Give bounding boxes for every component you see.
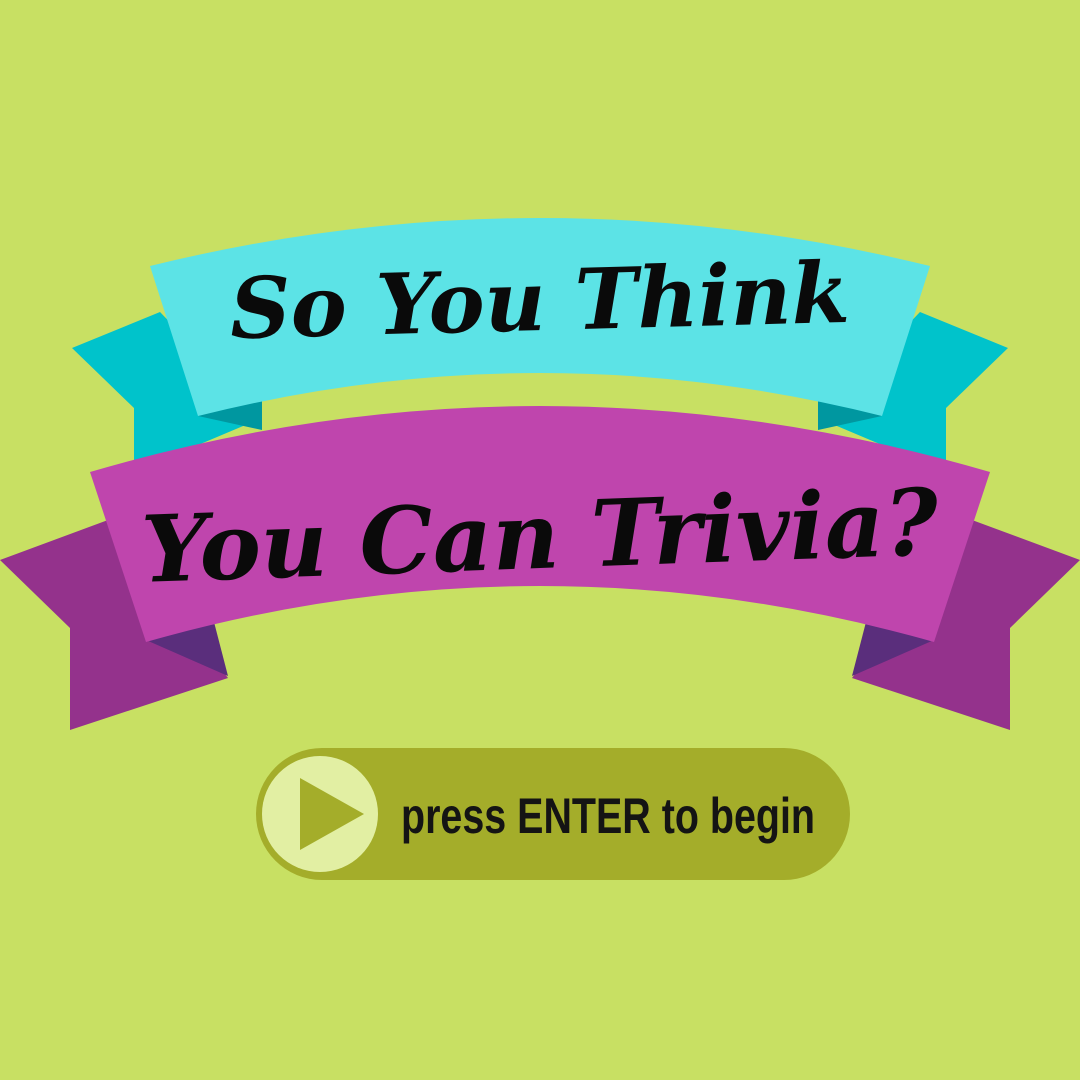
play-icon bbox=[262, 756, 378, 872]
start-button-label: press ENTER to begin bbox=[401, 788, 815, 844]
title-line-1: So You Think bbox=[229, 243, 851, 358]
start-button[interactable]: press ENTER to begin bbox=[256, 748, 850, 880]
title-screen: So You Think You Can Trivia? press ENTER… bbox=[0, 0, 1080, 1080]
